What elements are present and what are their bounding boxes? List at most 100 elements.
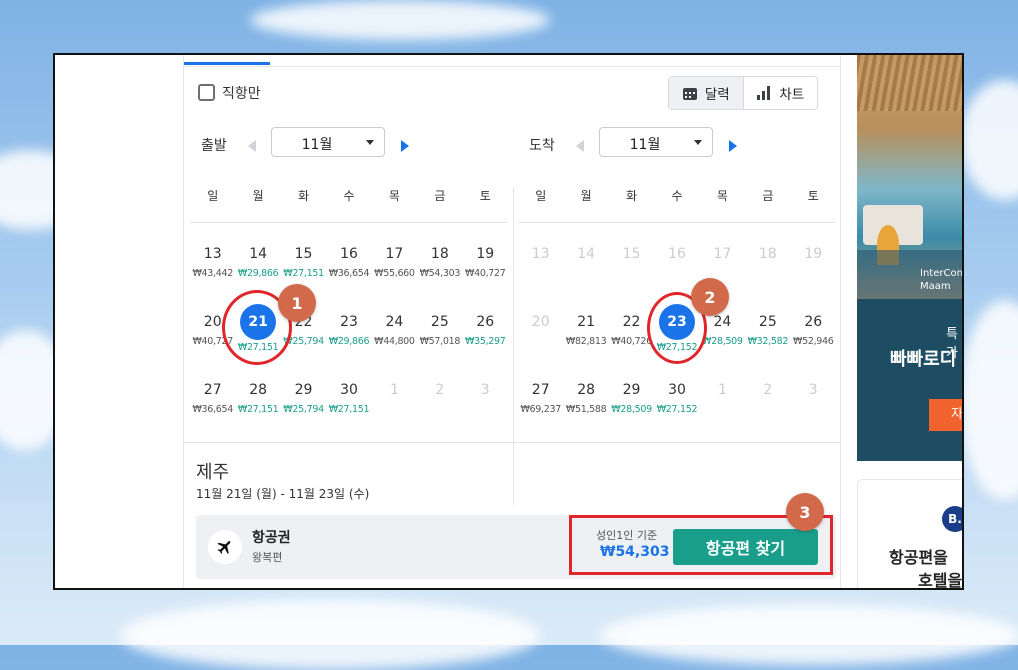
day-cell[interactable]: 13 ₩43,442 bbox=[190, 228, 235, 296]
direct-only-checkbox[interactable] bbox=[198, 84, 215, 101]
weekday-label: 수 bbox=[671, 189, 683, 203]
weekday-label: 일 bbox=[535, 189, 547, 203]
tab-divider bbox=[184, 66, 840, 67]
departure-month-select[interactable]: 11월 bbox=[271, 127, 385, 157]
day-cell[interactable]: 30 ₩27,151 bbox=[326, 364, 371, 432]
day-cell[interactable]: 21 ₩82,813 bbox=[563, 296, 608, 364]
day-cell: 1 bbox=[372, 364, 417, 432]
day-cell[interactable]: 29 ₩28,509 bbox=[609, 364, 654, 432]
hotel-ad-banner[interactable]: InterCon Maam 특가 빠빠로디 자 bbox=[857, 55, 962, 461]
weekday-label: 월 bbox=[252, 189, 264, 203]
day-number: 18 bbox=[430, 246, 449, 262]
day-cell[interactable]: 17 ₩55,660 bbox=[372, 228, 417, 296]
day-cell[interactable]: 27 ₩36,654 bbox=[190, 364, 235, 432]
day-cell[interactable]: 23 ₩29,866 bbox=[326, 296, 371, 364]
day-number: 30 bbox=[340, 382, 358, 398]
day-number: 13 bbox=[531, 246, 550, 262]
day-number: 18 bbox=[758, 246, 777, 262]
day-cell[interactable]: 30 ₩27,152 bbox=[654, 364, 699, 432]
day-cell: 2 bbox=[417, 364, 462, 432]
calendar-view-label: 달력 bbox=[704, 87, 730, 103]
day-number: 17 bbox=[385, 246, 404, 262]
day-number: 19 bbox=[476, 246, 495, 262]
day-cell: 18 bbox=[745, 228, 790, 296]
day-price: ₩36,654 bbox=[192, 404, 233, 415]
view-toggle: 달력 차트 bbox=[668, 76, 818, 110]
promo-line1: 항공편을 bbox=[889, 548, 948, 567]
day-cell[interactable]: 24 ₩44,800 bbox=[372, 296, 417, 364]
day-number: 19 bbox=[804, 246, 823, 262]
arrival-month-select[interactable]: 11월 bbox=[599, 127, 713, 157]
day-cell[interactable]: 25 ₩32,582 bbox=[745, 296, 790, 364]
ad-title: 빠빠로디 bbox=[890, 349, 957, 370]
day-number: 14 bbox=[249, 246, 268, 262]
ad-cta-button[interactable]: 자 bbox=[929, 399, 962, 431]
day-cell: 19 bbox=[791, 228, 836, 296]
day-cell[interactable]: 28 ₩27,151 bbox=[235, 364, 280, 432]
direct-only-label[interactable]: 직항만 bbox=[222, 83, 261, 103]
day-cell: 3 bbox=[463, 364, 508, 432]
departure-calendar: 출발 11월 일월화수목금토 13 ₩43,442 14 ₩29,866 15 ₩27,1… bbox=[186, 125, 508, 415]
day-number: 24 bbox=[385, 314, 404, 330]
chevron-down-icon bbox=[366, 140, 374, 145]
day-cell[interactable]: 16 ₩36,654 bbox=[326, 228, 371, 296]
day-cell: 13 bbox=[518, 228, 563, 296]
promo-card[interactable]: B. 항공편을 호텔을 bbox=[857, 479, 962, 588]
arrival-month-value: 11월 bbox=[629, 137, 661, 153]
departure-label: 출발 bbox=[201, 138, 227, 154]
day-number: 26 bbox=[804, 314, 823, 330]
date-range: 11월 21일 (월) - 11월 23일 (수) bbox=[196, 487, 370, 501]
day-number: 16 bbox=[668, 246, 686, 262]
weekday-label: 목 bbox=[388, 189, 400, 203]
next-month-arrow-icon[interactable] bbox=[729, 140, 737, 152]
day-cell: 1 bbox=[700, 364, 745, 432]
weekday-label: 월 bbox=[580, 189, 592, 203]
day-cell: 2 bbox=[745, 364, 790, 432]
day-price: ₩43,442 bbox=[192, 268, 233, 279]
day-price: ₩44,800 bbox=[374, 336, 415, 347]
day-price: ₩55,660 bbox=[374, 268, 415, 279]
prev-month-arrow-icon[interactable] bbox=[576, 140, 584, 152]
day-cell: 3 bbox=[791, 364, 836, 432]
arrival-calendar: 도착 11월 일월화수목금토 13 14 15 16 17 18 19 20 21 ₩82,813… bbox=[514, 125, 836, 415]
day-price: ₩27,151 bbox=[237, 404, 279, 415]
weekday-label: 토 bbox=[479, 189, 491, 203]
flight-title: 항공권 bbox=[252, 530, 291, 546]
day-cell[interactable]: 29 ₩25,794 bbox=[281, 364, 326, 432]
day-price: ₩35,297 bbox=[465, 336, 506, 347]
day-cell[interactable]: 26 ₩52,946 bbox=[791, 296, 836, 364]
day-number: 1 bbox=[389, 382, 399, 398]
next-month-arrow-icon[interactable] bbox=[401, 140, 409, 152]
browser-frame: 직항만 달력 차트 출발 11월 일월화수목금토 13 ₩43,442 14 ₩… bbox=[53, 53, 964, 590]
calendar-view-button[interactable]: 달력 bbox=[669, 77, 744, 109]
day-number: 29 bbox=[622, 382, 641, 398]
weekday-label: 목 bbox=[716, 189, 728, 203]
trip-type: 왕복편 bbox=[252, 551, 283, 564]
day-number: 22 bbox=[622, 314, 641, 330]
day-cell[interactable]: 14 ₩29,866 bbox=[235, 228, 280, 296]
day-cell: 20 bbox=[518, 296, 563, 364]
day-number: 30 bbox=[668, 382, 686, 398]
day-cell[interactable]: 28 ₩51,588 bbox=[563, 364, 608, 432]
step-marker-3: 3 bbox=[786, 493, 824, 531]
day-cell[interactable]: 19 ₩40,727 bbox=[463, 228, 508, 296]
day-price: ₩29,866 bbox=[328, 336, 370, 347]
day-number: 2 bbox=[435, 382, 445, 398]
day-number: 23 bbox=[340, 314, 358, 330]
day-cell[interactable]: 26 ₩35,297 bbox=[463, 296, 508, 364]
day-number: 15 bbox=[622, 246, 641, 262]
day-number: 16 bbox=[340, 246, 358, 262]
weekday-header: 일월화수목금토 bbox=[190, 187, 508, 204]
day-price: ₩69,237 bbox=[520, 404, 561, 415]
day-price: ₩27,152 bbox=[656, 404, 698, 415]
day-price: ₩27,151 bbox=[283, 268, 324, 279]
day-cell[interactable]: 27 ₩69,237 bbox=[518, 364, 563, 432]
day-price: ₩40,727 bbox=[465, 268, 506, 279]
day-cell[interactable]: 18 ₩54,303 bbox=[417, 228, 462, 296]
chart-view-button[interactable]: 차트 bbox=[744, 77, 818, 109]
arrival-label: 도착 bbox=[529, 138, 555, 154]
day-cell[interactable]: 25 ₩57,018 bbox=[417, 296, 462, 364]
prev-month-arrow-icon[interactable] bbox=[248, 140, 256, 152]
day-number: 29 bbox=[294, 382, 313, 398]
day-price: ₩27,151 bbox=[328, 404, 370, 415]
